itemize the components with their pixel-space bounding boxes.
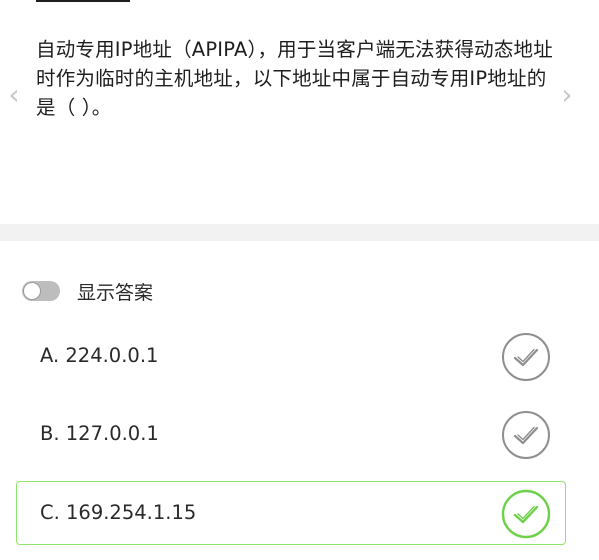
show-answer-label: 显示答案 [77, 281, 154, 304]
top-divider [36, 0, 130, 2]
next-question-icon[interactable]: › [558, 80, 576, 110]
previous-question-icon[interactable]: ‹ [5, 80, 23, 110]
option-a[interactable]: A. 224.0.0.1 [16, 324, 566, 388]
question-text: 自动专用IP地址（APIPA），用于当客户端无法获得动态地址时作为临时的主机地址… [36, 38, 553, 119]
check-circle-icon[interactable] [501, 410, 551, 460]
toggle-switch[interactable] [22, 281, 60, 301]
check-circle-icon[interactable] [501, 332, 551, 382]
show-answer-toggle[interactable]: 显示答案 [22, 274, 153, 308]
toggle-knob [23, 282, 41, 300]
correct-check-icon[interactable] [501, 489, 551, 539]
option-c-label: C. 169.254.1.15 [40, 501, 197, 524]
option-a-label: A. 224.0.0.1 [40, 344, 159, 367]
option-b-label: B. 127.0.0.1 [40, 422, 159, 445]
option-c[interactable]: C. 169.254.1.15 [16, 481, 566, 545]
section-divider [0, 224, 599, 241]
option-b[interactable]: B. 127.0.0.1 [16, 402, 566, 466]
